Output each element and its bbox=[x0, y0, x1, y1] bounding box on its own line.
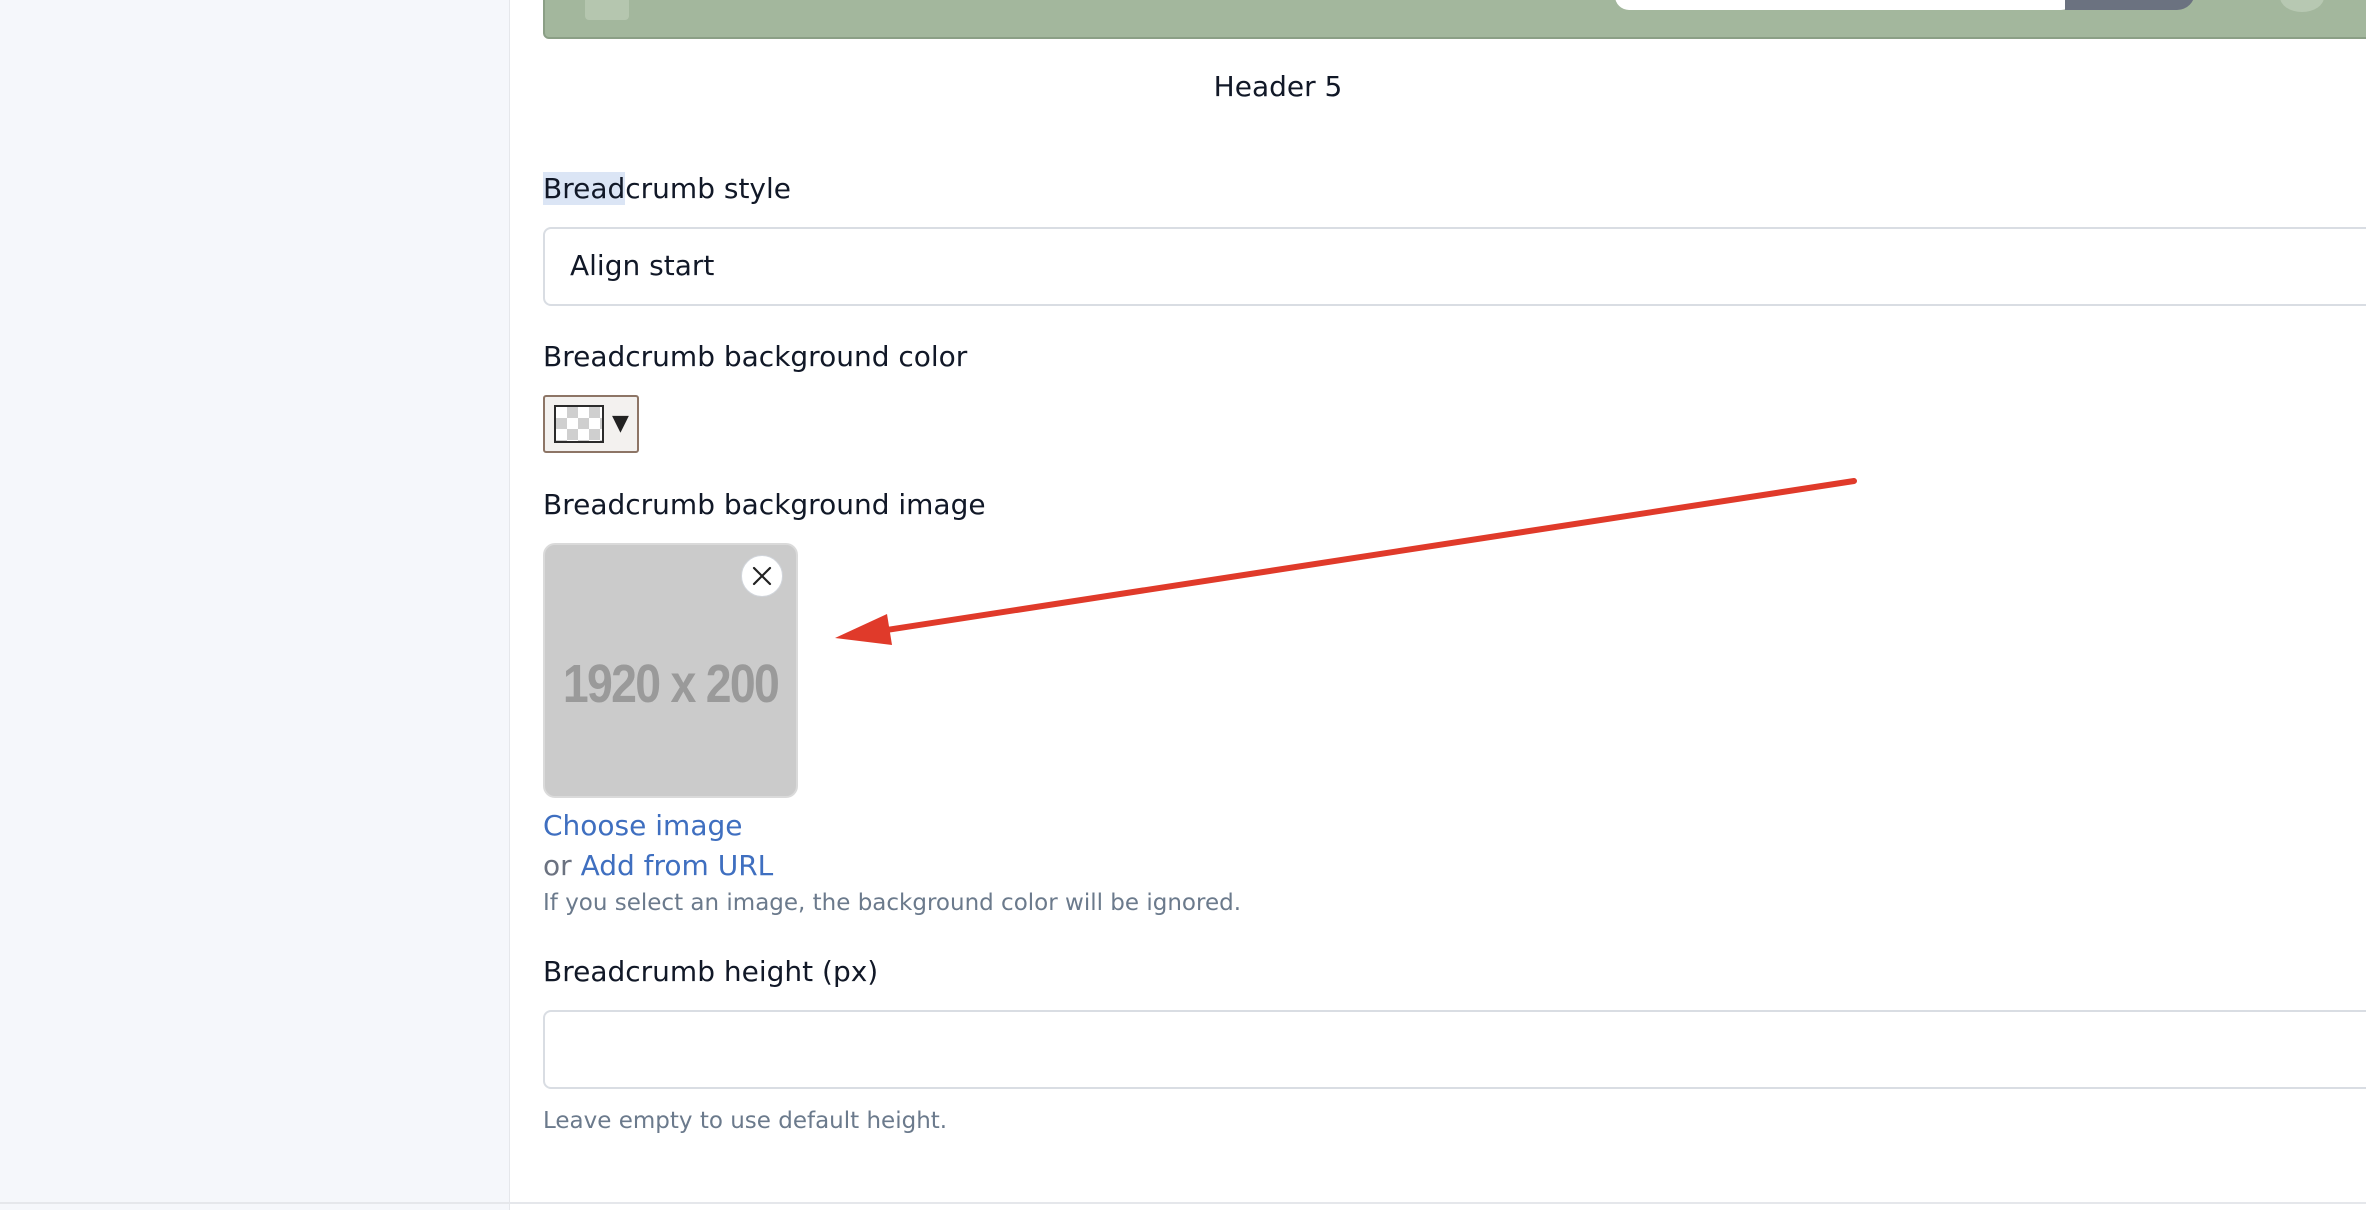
image-preview[interactable]: 1920 x 200 bbox=[543, 543, 798, 798]
header-preview-search bbox=[1615, 0, 2075, 10]
breadcrumb-style-label-rest: crumb style bbox=[625, 172, 792, 205]
transparent-swatch bbox=[554, 405, 604, 443]
color-picker-button[interactable]: ▼ bbox=[543, 395, 639, 453]
header-preview[interactable] bbox=[543, 0, 2366, 39]
breadcrumb-bg-image-label: Breadcrumb background image bbox=[543, 488, 986, 521]
header-preview-search-button bbox=[2065, 0, 2195, 10]
height-help-text: Leave empty to use default height. bbox=[543, 1108, 948, 1134]
settings-content: Header 5 Breadcrumb style Align start Br… bbox=[510, 0, 2366, 1210]
breadcrumb-style-label: Breadcrumb style bbox=[543, 172, 791, 205]
breadcrumb-style-value: Align start bbox=[570, 249, 715, 282]
remove-image-button[interactable] bbox=[741, 555, 783, 597]
breadcrumb-height-input[interactable] bbox=[543, 1010, 2366, 1089]
image-placeholder-text: 1920 x 200 bbox=[562, 654, 780, 714]
choose-image-link[interactable]: Choose image bbox=[543, 809, 743, 842]
breadcrumb-style-label-selected: Bread bbox=[543, 172, 626, 205]
header-preview-icon bbox=[2280, 0, 2324, 12]
breadcrumb-style-select[interactable]: Align start bbox=[543, 227, 2366, 306]
page: Header 5 Breadcrumb style Align start Br… bbox=[0, 0, 2366, 1210]
header-preview-logo bbox=[585, 0, 629, 20]
caret-down-icon: ▼ bbox=[612, 411, 629, 436]
bottom-divider bbox=[0, 1202, 2366, 1204]
header-preview-caption: Header 5 bbox=[1213, 70, 1343, 103]
or-text: or bbox=[543, 849, 572, 882]
breadcrumb-height-label: Breadcrumb height (px) bbox=[543, 955, 879, 988]
add-from-url-row: or Add from URL bbox=[543, 849, 773, 882]
bg-image-help-text: If you select an image, the background c… bbox=[543, 890, 1242, 916]
breadcrumb-bg-color-label: Breadcrumb background color bbox=[543, 340, 968, 373]
close-icon bbox=[752, 566, 772, 586]
sidebar-panel bbox=[0, 0, 510, 1210]
add-from-url-link[interactable]: Add from URL bbox=[581, 849, 774, 882]
